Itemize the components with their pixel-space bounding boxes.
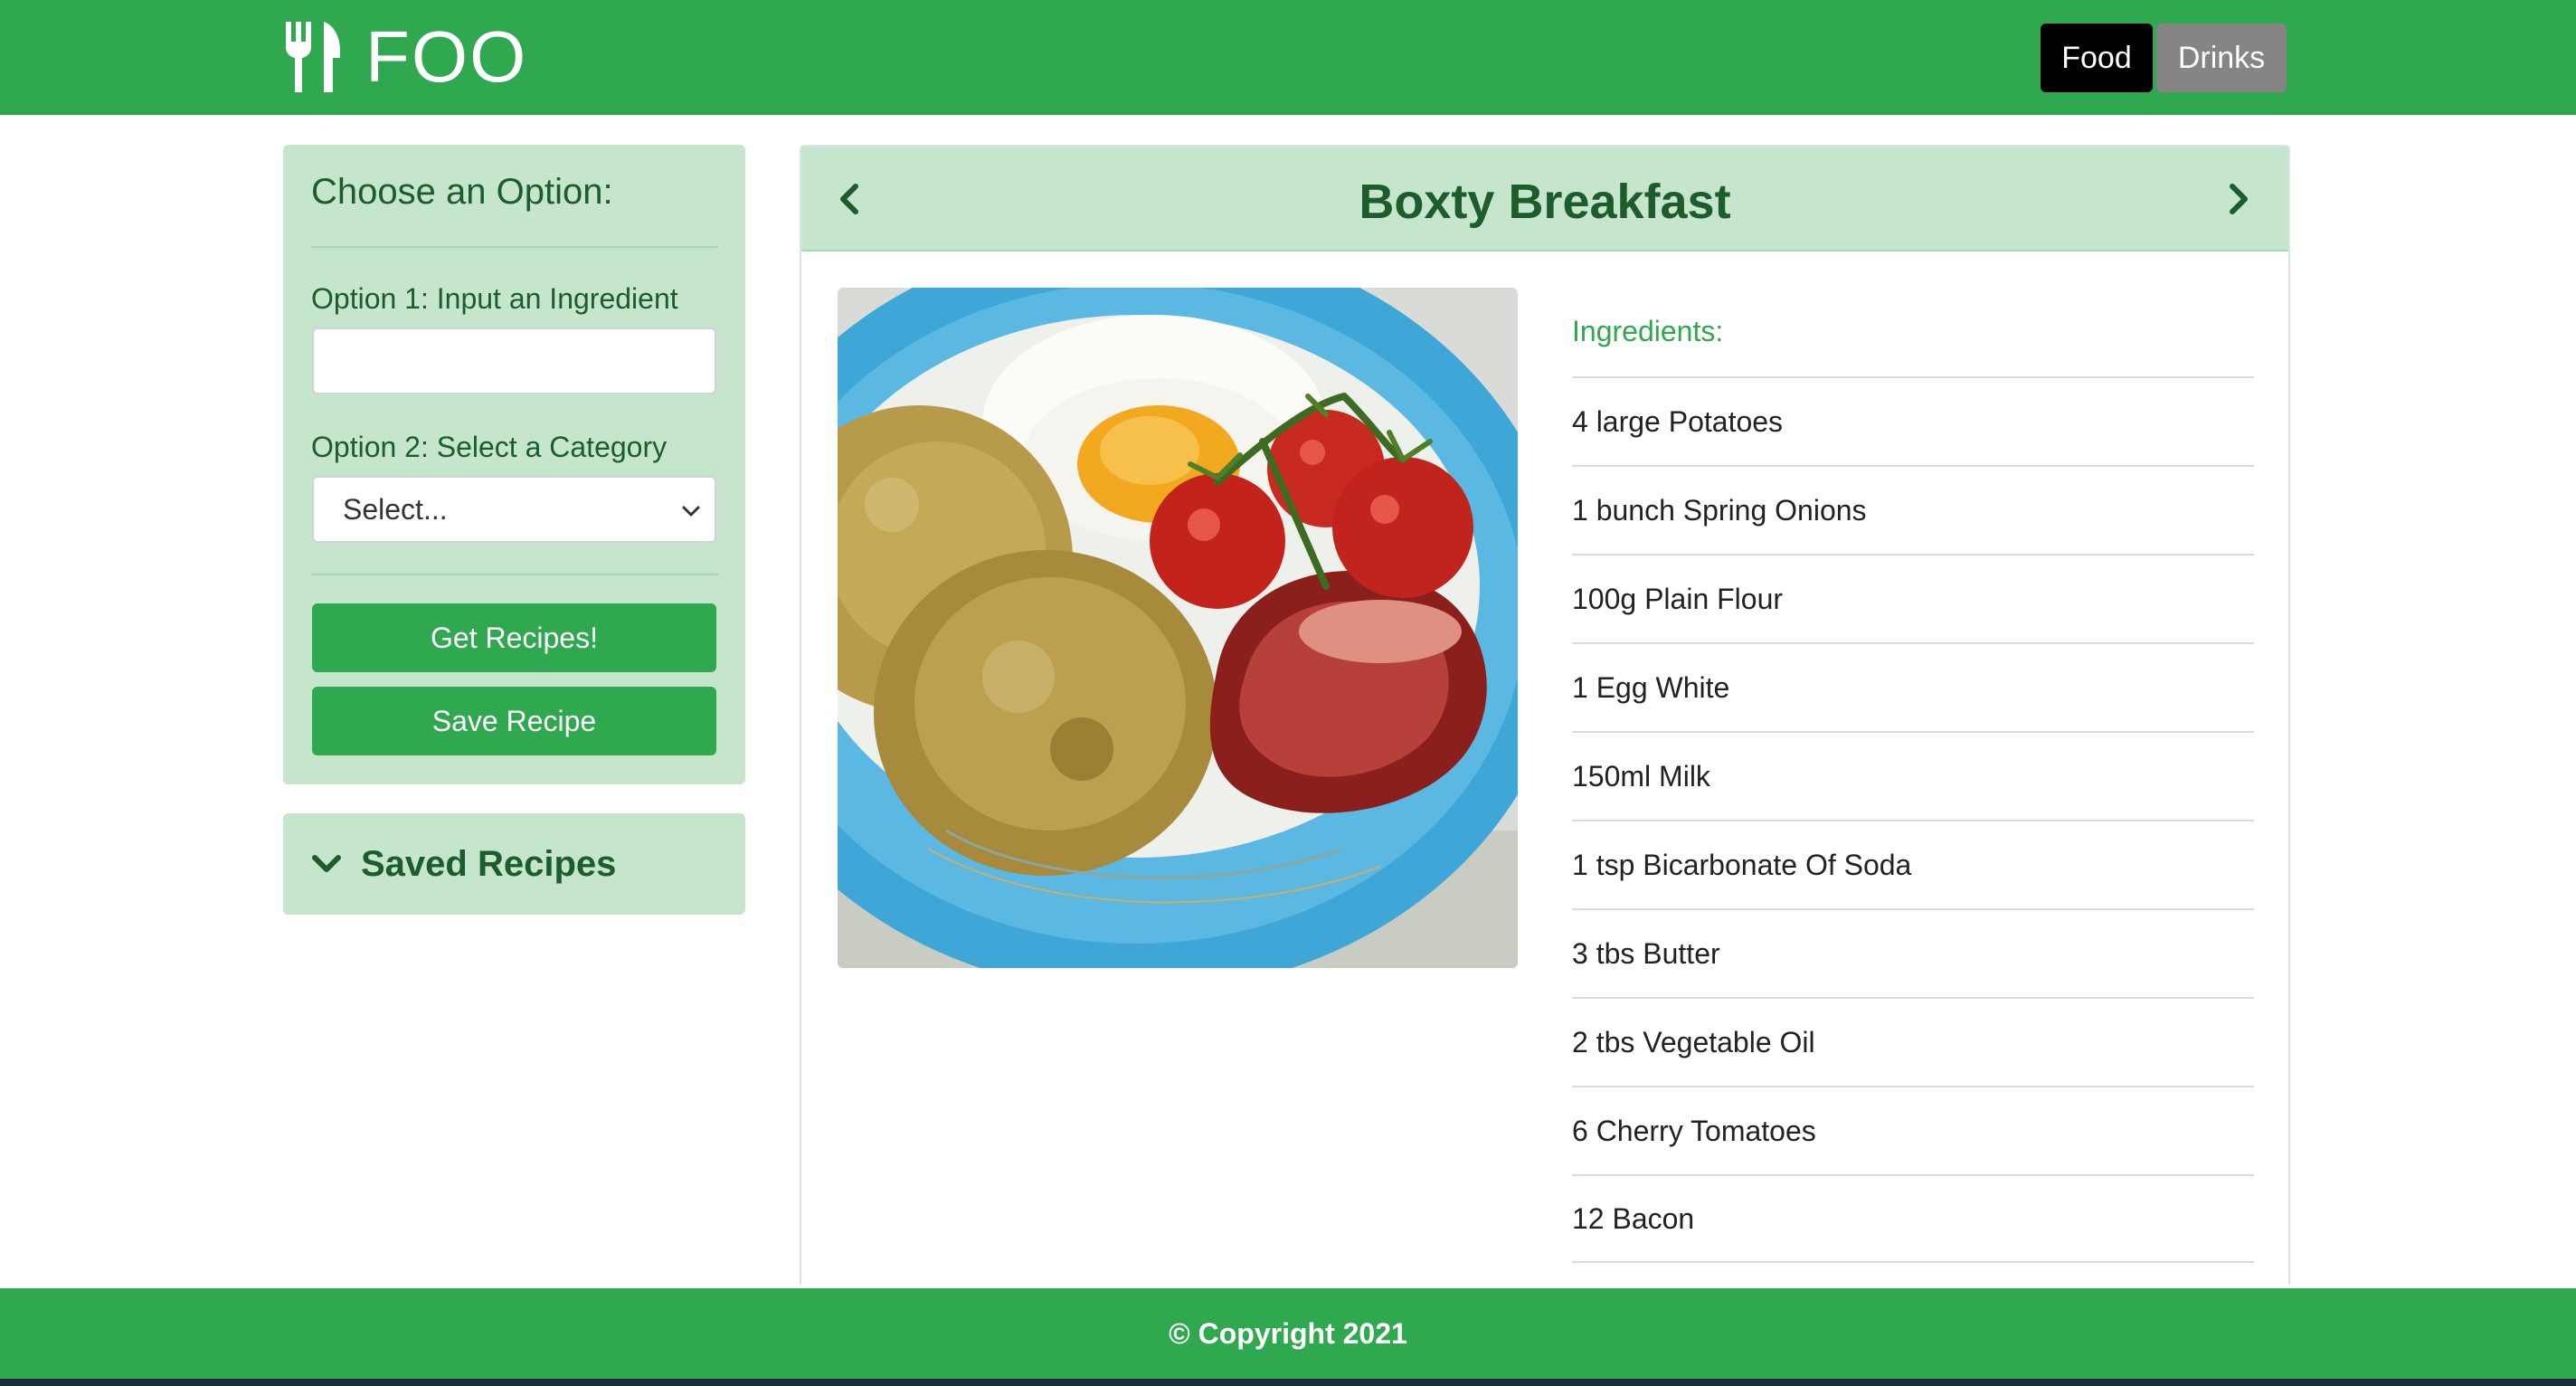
ingredient-item: 3 tbs Butter	[1572, 908, 2254, 997]
option1-label: Option 1: Input an Ingredient	[311, 282, 678, 315]
options-title: Choose an Option:	[311, 172, 613, 212]
recipe-image	[838, 288, 1518, 968]
category-select-value: Select...	[343, 492, 448, 526]
chevron-down-icon	[682, 506, 700, 517]
divider	[311, 574, 718, 575]
option2-label: Option 2: Select a Category	[311, 431, 668, 463]
page-footer: © Copyright 2021	[0, 1288, 2576, 1379]
ingredient-input[interactable]	[312, 328, 716, 394]
ingredients-list: 4 large Potatoes 1 bunch Spring Onions 1…	[1572, 376, 2254, 1263]
nav-food-button[interactable]: Food	[2041, 24, 2153, 92]
ingredient-item: 2 tbs Vegetable Oil	[1572, 997, 2254, 1086]
saved-recipes-toggle[interactable]: Saved Recipes	[283, 813, 745, 915]
save-recipe-button[interactable]: Save Recipe	[312, 687, 716, 755]
ingredient-item: 4 large Potatoes	[1572, 376, 2254, 465]
brand-name: FOO	[365, 16, 528, 97]
ingredient-item: 1 tsp Bicarbonate Of Soda	[1572, 820, 2254, 908]
window-bottom-strip	[0, 1379, 2576, 1386]
saved-recipes-label: Saved Recipes	[361, 843, 617, 884]
chevron-right-icon[interactable]	[2218, 179, 2258, 219]
ingredient-item: 1 Egg White	[1572, 642, 2254, 731]
divider	[311, 246, 718, 248]
chevron-down-icon	[312, 855, 341, 872]
recipe-photo	[838, 288, 1518, 968]
recipe-card: Boxty Breakfast Ingredients: 4 large Pot…	[800, 145, 2290, 1285]
ingredient-item: 100g Plain Flour	[1572, 554, 2254, 642]
get-recipes-button[interactable]: Get Recipes!	[312, 603, 716, 672]
search-options-panel: Choose an Option: Option 1: Input an Ing…	[283, 145, 745, 784]
top-navbar: FOO Food Drinks	[0, 0, 2576, 115]
recipe-card-header: Boxty Breakfast	[801, 147, 2288, 252]
copyright-text: © Copyright 2021	[1169, 1316, 1407, 1350]
ingredient-item: 6 Cherry Tomatoes	[1572, 1086, 2254, 1174]
category-nav: Food Drinks	[2041, 24, 2287, 92]
ingredient-item: 12 Bacon	[1572, 1174, 2254, 1263]
ingredients-heading: Ingredients:	[1572, 315, 1724, 347]
nav-drinks-button[interactable]: Drinks	[2156, 24, 2287, 92]
ingredient-item: 150ml Milk	[1572, 731, 2254, 820]
category-select[interactable]: Select...	[312, 476, 716, 543]
brand-logo[interactable]: FOO	[282, 20, 527, 94]
recipe-title: Boxty Breakfast	[1359, 175, 1731, 229]
utensils-icon	[286, 22, 340, 92]
ingredient-item: 1 bunch Spring Onions	[1572, 465, 2254, 554]
